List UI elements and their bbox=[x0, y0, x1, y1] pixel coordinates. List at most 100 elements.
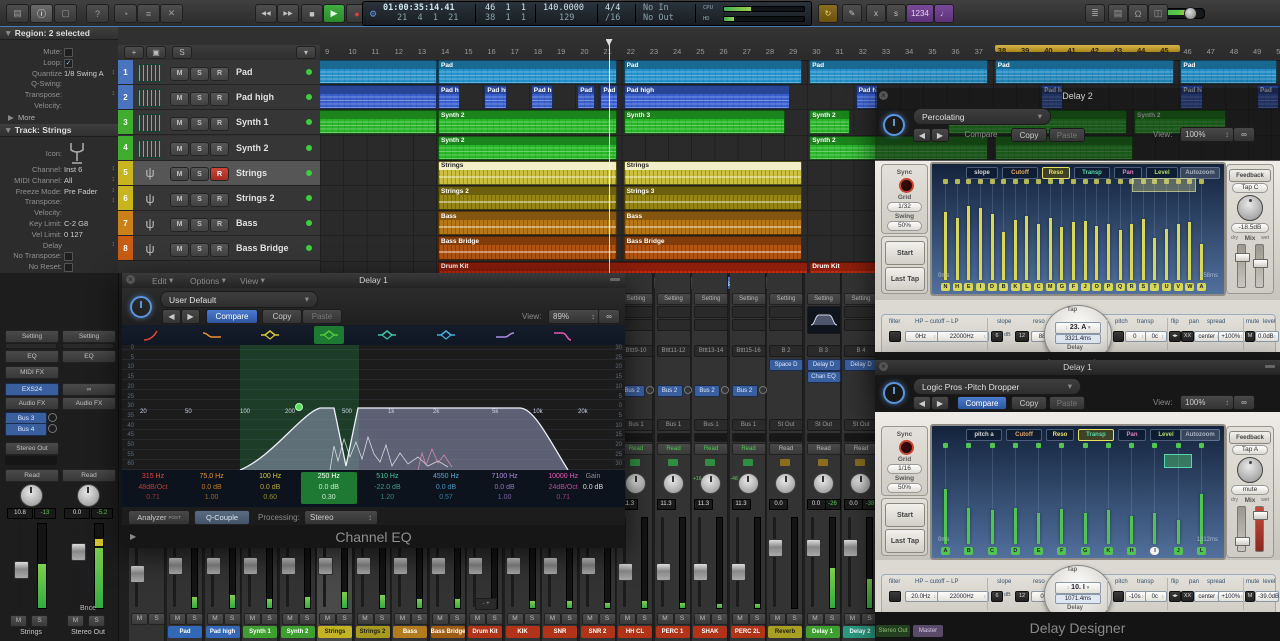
tap-letter[interactable]: A bbox=[941, 547, 950, 555]
region[interactable] bbox=[320, 60, 437, 84]
inspector-checkbox-row[interactable]: No Transpose: bbox=[0, 251, 118, 262]
setting-button[interactable]: Setting bbox=[694, 293, 728, 305]
solo-button[interactable]: S bbox=[190, 117, 209, 131]
tap-letter[interactable]: M bbox=[1046, 283, 1055, 291]
param-value[interactable]: +100%↕ bbox=[1218, 331, 1246, 342]
eq-band-button-3[interactable] bbox=[259, 329, 281, 341]
tap-letter[interactable]: V bbox=[1174, 283, 1183, 291]
stepper-icon[interactable]: ↕ bbox=[112, 197, 116, 204]
region[interactable]: Pad bbox=[1180, 60, 1276, 84]
pan-knob[interactable] bbox=[663, 473, 684, 494]
param-value[interactable]: -39.0dB↕ bbox=[1255, 591, 1279, 602]
view-zoom-menu[interactable]: 89%↕ bbox=[548, 309, 600, 324]
eq-band-readout-1[interactable]: 315 Hz48dB/Oct0.71 bbox=[125, 472, 181, 504]
parameter-value[interactable]: Pre Fader bbox=[64, 187, 97, 196]
tap-bar[interactable] bbox=[956, 218, 959, 280]
stepper-icon[interactable]: ↕ bbox=[112, 165, 116, 172]
display-tab-Level[interactable]: Level bbox=[1150, 429, 1182, 441]
output-slot[interactable]: Stereo Out bbox=[5, 442, 59, 455]
pan-knob[interactable] bbox=[850, 473, 871, 494]
display-tab-Cutoff[interactable]: Cutoff bbox=[1006, 429, 1042, 441]
note-pads-icon[interactable]: ▤ bbox=[1108, 4, 1128, 23]
sync-led[interactable] bbox=[899, 440, 914, 455]
minimize-icon[interactable] bbox=[610, 278, 620, 281]
input-slot[interactable]: Bttt15-16 bbox=[732, 345, 766, 357]
band-gain[interactable]: 0.0 dB bbox=[418, 483, 474, 494]
solo-button[interactable]: S bbox=[299, 613, 316, 625]
inspector-value-row[interactable]: Transpose:↕ bbox=[0, 197, 118, 208]
fader-cap[interactable] bbox=[393, 557, 408, 575]
link-icon[interactable]: ∞ bbox=[1233, 127, 1255, 142]
inspector-value-row[interactable]: Quantize1/8 Swing A↕ bbox=[0, 69, 118, 80]
parameter-checkbox[interactable] bbox=[64, 48, 73, 57]
instrument-slot[interactable]: EXS24 bbox=[5, 383, 59, 396]
group-expand-button[interactable]: - + bbox=[475, 598, 497, 610]
mute-button[interactable]: M bbox=[582, 613, 599, 625]
send-knob[interactable] bbox=[684, 386, 692, 394]
solo-button[interactable]: S bbox=[190, 67, 209, 81]
group-slot[interactable] bbox=[657, 433, 691, 442]
prev-preset-button[interactable]: ◀ bbox=[913, 396, 931, 410]
mute-button[interactable]: M bbox=[169, 613, 186, 625]
band-gain[interactable]: 0.0 dB bbox=[301, 483, 357, 494]
start-button[interactable]: Start bbox=[885, 503, 925, 527]
region[interactable]: Synth 2 bbox=[438, 110, 617, 134]
next-preset-button[interactable]: ▶ bbox=[181, 309, 200, 324]
track-name[interactable]: Pad high bbox=[236, 92, 306, 102]
param-value[interactable]: 0↕ bbox=[1125, 331, 1147, 342]
eq-band-readout-5[interactable]: 510 Hz-22.0 dB1.20 bbox=[359, 472, 415, 504]
tap-bar[interactable] bbox=[1084, 221, 1087, 280]
audio-fx-slot[interactable]: Audio FX bbox=[5, 397, 59, 410]
mute-button[interactable]: M bbox=[394, 613, 411, 625]
stepper-icon[interactable]: ↕ bbox=[112, 69, 116, 76]
region-inspector-header[interactable]: ▼ Region: 2 selected bbox=[0, 27, 118, 40]
channel-name[interactable]: Delay 1 bbox=[806, 626, 840, 638]
tap-bar[interactable] bbox=[1188, 222, 1191, 280]
param-value[interactable]: 22000Hz↕ bbox=[937, 591, 989, 602]
send-knob[interactable] bbox=[721, 386, 729, 394]
tap-letter[interactable]: O bbox=[1092, 283, 1101, 291]
mute-button[interactable]: M bbox=[769, 613, 786, 625]
feedback-tap-ref[interactable]: Tap C bbox=[1232, 183, 1268, 193]
tap-letter[interactable]: N bbox=[941, 283, 950, 291]
band-gain[interactable]: 0.0 dB bbox=[184, 483, 240, 494]
tap-bar[interactable] bbox=[1014, 508, 1017, 544]
tap-letter[interactable]: G bbox=[1057, 283, 1066, 291]
feedback-knob[interactable] bbox=[1237, 457, 1263, 483]
volume-value[interactable]: 0.0 bbox=[64, 508, 90, 519]
setting-button[interactable]: Setting bbox=[657, 293, 691, 305]
display-tab-Transp[interactable]: Transp bbox=[1074, 167, 1110, 179]
tap-letter[interactable]: I bbox=[1150, 547, 1159, 555]
inspector-value-row[interactable]: Vel Limit:0 127 bbox=[0, 230, 118, 241]
prev-preset-button[interactable]: ◀ bbox=[913, 128, 931, 142]
region[interactable]: Drum Kit bbox=[438, 262, 808, 273]
grid-value[interactable]: 1/16 bbox=[887, 464, 922, 474]
track-name[interactable]: Synth 2 bbox=[236, 143, 306, 153]
quick-help-icon[interactable]: ? bbox=[86, 4, 109, 23]
fader-cap[interactable] bbox=[468, 557, 483, 575]
mute-button[interactable]: M bbox=[207, 613, 224, 625]
feedback-button[interactable]: Feedback bbox=[1229, 431, 1271, 444]
automation-mode[interactable]: Read bbox=[694, 443, 728, 455]
input-slot[interactable]: B 2 bbox=[769, 345, 803, 357]
start-button[interactable]: Start bbox=[885, 241, 925, 265]
fader-cap[interactable] bbox=[14, 561, 29, 579]
inspector-value-row[interactable]: Velocity: bbox=[0, 101, 118, 112]
band-gain[interactable]: 0.0 dB bbox=[242, 483, 298, 494]
inspector-value-row[interactable]: Key Limit:C-2 G8 bbox=[0, 219, 118, 230]
tap-letter[interactable]: E bbox=[1034, 547, 1043, 555]
smart-controls-icon[interactable]: ≡ bbox=[137, 4, 160, 23]
solo-button[interactable]: S bbox=[31, 615, 48, 627]
display-tab-pitch-a[interactable]: pitch a bbox=[966, 429, 1002, 441]
fader-cap[interactable] bbox=[168, 557, 183, 575]
param-chip[interactable]: XX bbox=[1181, 591, 1194, 602]
display-tab-Pan[interactable]: Pan bbox=[1118, 429, 1146, 441]
pan-knob[interactable] bbox=[813, 473, 834, 494]
link-icon[interactable]: ∞ bbox=[1233, 395, 1255, 410]
solo-button[interactable]: S bbox=[674, 613, 691, 625]
compare-button[interactable]: Compare bbox=[206, 309, 258, 324]
region[interactable]: Bass bbox=[438, 211, 617, 235]
param-value[interactable]: 20.0Hz↕ bbox=[905, 591, 939, 602]
mute-button[interactable]: M bbox=[170, 167, 189, 181]
band-gain[interactable]: 0.0 dB bbox=[477, 483, 533, 494]
